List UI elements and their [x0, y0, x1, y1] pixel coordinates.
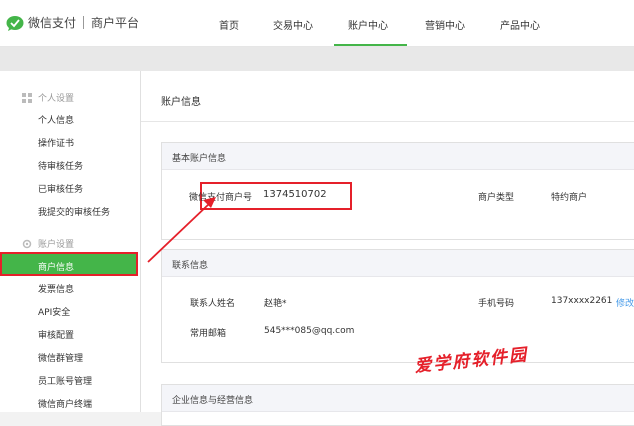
annotation-arrow-icon: [147, 197, 216, 263]
